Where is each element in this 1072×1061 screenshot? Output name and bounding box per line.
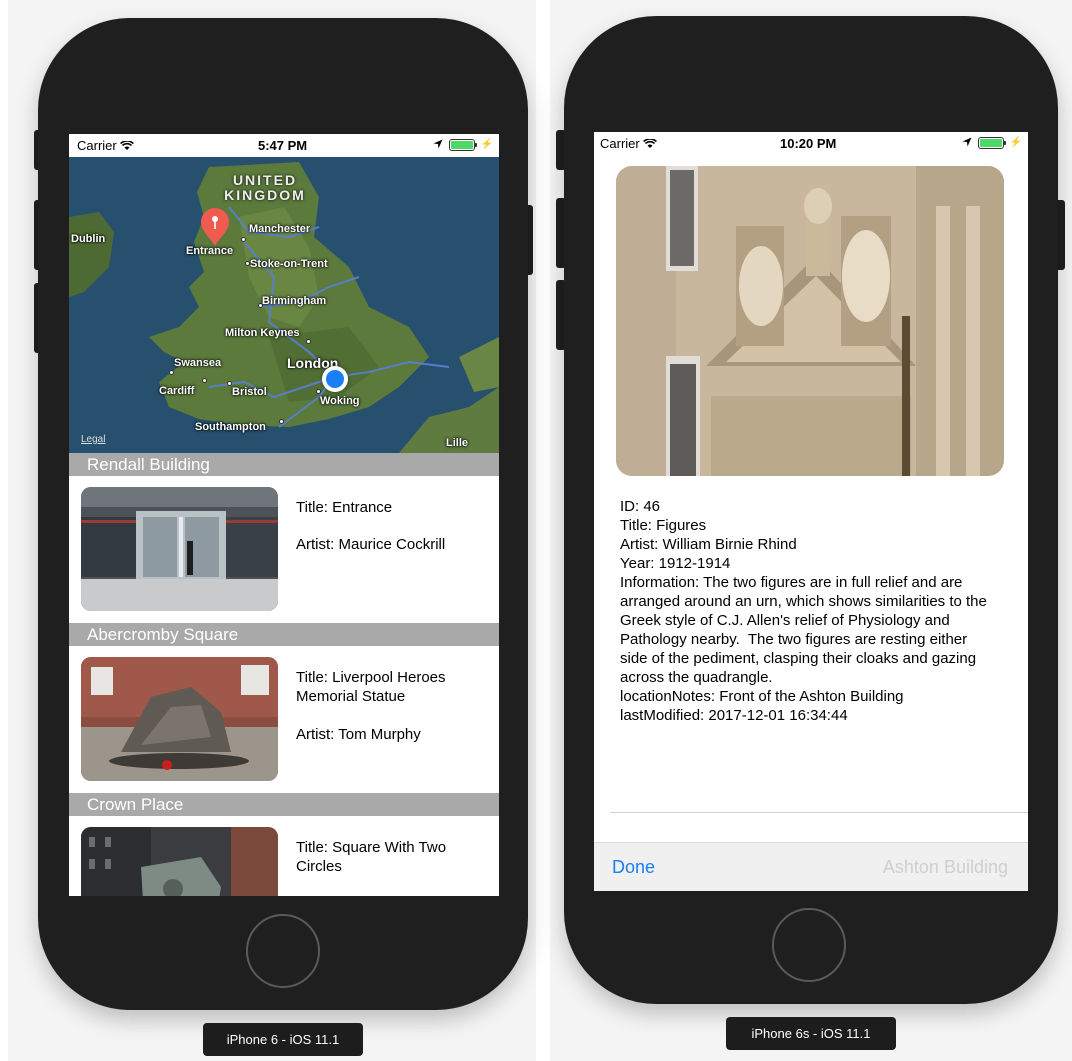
carrier-label: Carrier <box>600 136 658 151</box>
city-label-dublin: Dublin <box>71 233 106 245</box>
artwork-thumbnail <box>81 657 278 781</box>
city-label-birmingham: Birmingham <box>262 295 327 307</box>
city-dot <box>306 339 311 344</box>
artwork-details: ID: 46 Title: Figures Artist: William Bi… <box>620 497 990 725</box>
artwork-photo <box>616 166 1004 476</box>
section-header: Rendall Building <box>69 453 499 476</box>
city-label-bristol: Bristol <box>232 386 267 398</box>
pin-label: Entrance <box>186 245 234 257</box>
artwork-thumbnail <box>81 827 278 896</box>
wifi-icon <box>120 138 135 153</box>
city-label-swansea: Swansea <box>174 357 222 369</box>
artwork-title: Title: Square With Two Circles <box>296 839 447 875</box>
charging-bolt-icon: ⚡ <box>480 139 493 150</box>
done-button[interactable]: Done <box>612 857 655 878</box>
artwork-artist: Artist: Tom Murphy <box>296 726 421 743</box>
map-pin-icon <box>201 208 229 246</box>
city-dot <box>279 419 284 424</box>
left-screen: Carrier 5:47 PM ⚡ UNITED KINGDOM Dublin … <box>69 134 499 896</box>
home-button[interactable] <box>246 914 320 988</box>
charging-bolt-icon: ⚡ <box>1009 137 1022 148</box>
city-dot <box>316 389 321 394</box>
home-button[interactable] <box>772 908 846 982</box>
city-label-lille: Lille <box>446 437 469 449</box>
detail-location-notes: locationNotes: Front of the Ashton Build… <box>620 688 904 705</box>
device-label: iPhone 6 - iOS 11.1 <box>203 1023 363 1056</box>
city-label-manchester: Manchester <box>249 223 311 235</box>
user-location-icon <box>322 366 348 392</box>
status-bar: Carrier 5:47 PM ⚡ <box>69 134 499 157</box>
bottom-toolbar: Done Ashton Building <box>594 842 1028 891</box>
city-dot <box>202 378 207 383</box>
artwork-title: Title: Entrance <box>296 499 393 516</box>
wifi-icon <box>643 136 658 151</box>
detail-id: ID: 46 <box>620 498 661 515</box>
iphone-6s-frame: Carrier 10:20 PM ⚡ ID: 46 Title: Figures… <box>564 16 1058 1004</box>
detail-artist: Artist: William Birnie Rhind <box>620 536 797 553</box>
section-header: Abercromby Square <box>69 623 499 646</box>
device-label: iPhone 6s - iOS 11.1 <box>726 1017 896 1050</box>
city-dot <box>169 370 174 375</box>
clock: 5:47 PM <box>258 138 308 153</box>
simulator-stage: Carrier 5:47 PM ⚡ UNITED KINGDOM Dublin … <box>0 0 1072 1061</box>
section-header: Crown Place <box>69 793 499 816</box>
location-arrow-icon <box>962 135 972 150</box>
city-label-milton-keynes: Milton Keynes <box>225 327 300 339</box>
right-screen: Carrier 10:20 PM ⚡ ID: 46 Title: Figures… <box>594 132 1028 891</box>
city-label-woking: Woking <box>320 395 360 407</box>
artwork-title: Title: Liverpool Heroes Memorial Statue <box>296 669 446 705</box>
city-dot <box>241 237 246 242</box>
detail-last-modified: lastModified: 2017-12-01 16:34:44 <box>620 707 848 724</box>
map-view[interactable]: UNITED KINGDOM Dublin Manchester Stoke-o… <box>69 157 499 453</box>
city-label-cardiff: Cardiff <box>159 385 195 397</box>
detail-year: Year: 1912-1914 <box>620 555 731 572</box>
location-title: Ashton Building <box>882 857 1008 877</box>
list-item[interactable]: Title: Entrance Artist: Maurice Cockrill <box>69 476 499 624</box>
clock: 10:20 PM <box>780 136 837 151</box>
artwork-artist: Artist: Maurice Cockrill <box>296 536 446 553</box>
list-item[interactable]: Title: Liverpool Heroes Memorial Statue … <box>69 646 499 794</box>
city-label-stoke: Stoke-on-Trent <box>250 258 328 270</box>
detail-information: Information: The two figures are in full… <box>620 574 992 686</box>
artwork-thumbnail <box>81 487 278 611</box>
detail-title: Title: Figures <box>620 517 707 534</box>
divider <box>610 812 1028 813</box>
battery-icon <box>977 136 1006 149</box>
iphone-6-frame: Carrier 5:47 PM ⚡ UNITED KINGDOM Dublin … <box>38 18 528 1010</box>
legal-link[interactable]: Legal <box>81 434 105 445</box>
city-label-southampton: Southampton <box>195 421 266 433</box>
country-label: UNITED KINGDOM <box>224 172 306 203</box>
carrier-label: Carrier <box>77 138 135 153</box>
list-item[interactable]: Title: Square With Two Circles <box>69 816 499 896</box>
status-bar: Carrier 10:20 PM ⚡ <box>594 132 1028 155</box>
battery-icon <box>448 138 477 151</box>
location-arrow-icon <box>433 137 443 152</box>
